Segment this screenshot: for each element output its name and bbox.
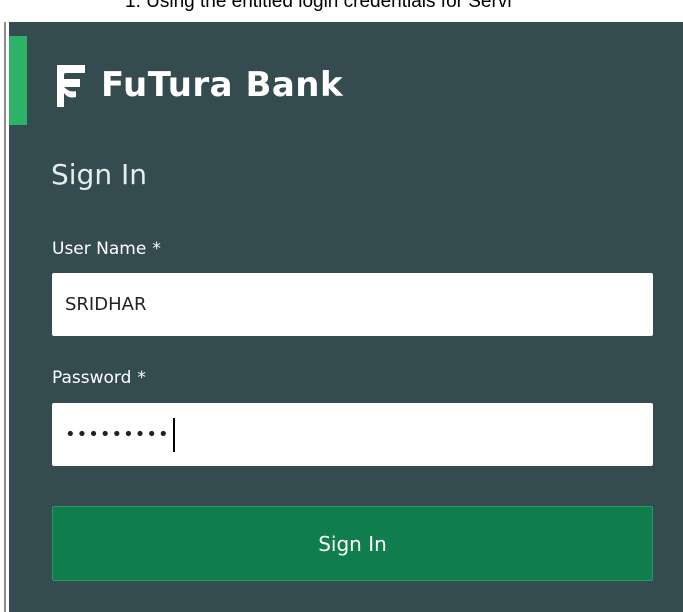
signin-button[interactable]: Sign In xyxy=(52,506,653,581)
username-value: SRIDHAR xyxy=(65,294,147,315)
password-required-marker: * xyxy=(137,368,146,388)
username-field[interactable]: SRIDHAR xyxy=(52,273,653,336)
brand-logo: FuTura Bank xyxy=(54,61,343,109)
password-masked-value: ••••••••• xyxy=(65,424,170,445)
window-border xyxy=(4,22,6,612)
password-field[interactable]: ••••••••• xyxy=(52,403,653,466)
password-label-text: Password xyxy=(52,368,132,388)
text-caret xyxy=(172,417,175,452)
document-instruction-text: 1. Using the entitled login credentials … xyxy=(125,0,512,12)
brand-accent-bar xyxy=(9,36,27,125)
username-label: User Name * xyxy=(52,239,161,259)
username-required-marker: * xyxy=(152,239,161,259)
brand-name: FuTura Bank xyxy=(101,65,344,105)
futura-logo-icon xyxy=(57,65,85,107)
screenshot-stage: 1. Using the entitled login credentials … xyxy=(0,0,683,612)
password-label: Password * xyxy=(52,368,146,388)
username-label-text: User Name xyxy=(52,239,147,259)
signin-heading: Sign In xyxy=(51,158,147,191)
